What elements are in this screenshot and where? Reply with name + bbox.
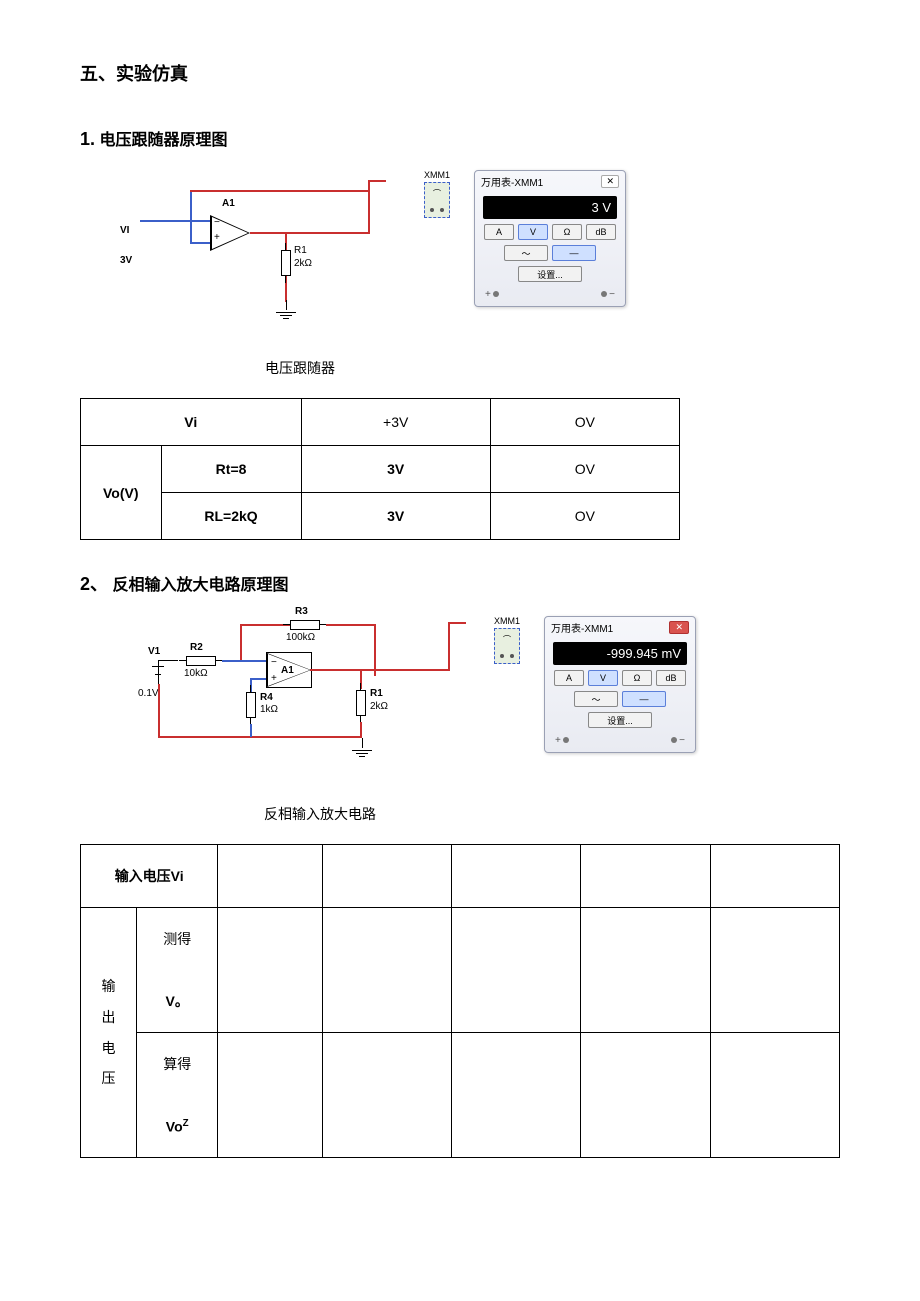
meter1-btn-ohm[interactable]: Ω [552, 224, 582, 240]
label-r1: R1 [294, 245, 307, 256]
t2-vo-label: 输出电压 [85, 971, 132, 1094]
meter2-title: 万用表-XMM1 [551, 620, 613, 635]
meter1-probe-minus: − [609, 289, 615, 300]
label-vi-val: 3V [120, 255, 132, 266]
t1-r3c1: RL=2kQ [161, 493, 301, 540]
meter1-title: 万用表-XMM1 [481, 174, 543, 189]
t1-r2c3: OV [490, 446, 679, 493]
label-v1: V1 [148, 646, 160, 657]
t1-r1c2: +3V [301, 399, 490, 446]
t1-vi: Vi [81, 399, 302, 446]
opamp-icon: A1 − + [266, 652, 312, 688]
label-xmm1: XMM1 [424, 170, 450, 180]
multimeter-panel-1: 万用表-XMM1 ✕ 3 V A V Ω dB 〜 — 设置... + − [474, 170, 626, 307]
figure-1: VI 3V A1 − + R1 2kΩ XMM1 ⌒ [120, 170, 840, 350]
meter1-btn-settings[interactable]: 设置... [518, 266, 582, 282]
label-r1b: R1 [370, 688, 383, 699]
meter1-display: 3 V [483, 196, 617, 219]
resistor-r1-icon [281, 250, 291, 276]
label-v1-val: 0.1V [138, 688, 159, 699]
label-r4-val: 1kΩ [260, 704, 278, 715]
multimeter-panel-2: 万用表-XMM1 ✕ -999.945 mV A V Ω dB 〜 — 设置..… [544, 616, 696, 753]
meter2-btn-settings[interactable]: 设置... [588, 712, 652, 728]
label-r2: R2 [190, 642, 203, 653]
t2-r1: 输入电压Vi [115, 868, 184, 884]
xmm-node-icon: ⌒ [494, 628, 520, 664]
subsection-1-num: 1. [80, 129, 95, 149]
label-r1b-val: 2kΩ [370, 701, 388, 712]
subsection-2-text: 反相输入放大电路原理图 [112, 577, 288, 594]
subsection-2-num: 2、 [80, 574, 108, 594]
t2-r3a: 算得 [137, 1033, 218, 1096]
t2-r2b: V。 [137, 970, 218, 1033]
label-vi: VI [120, 225, 129, 236]
source-icon [158, 660, 159, 684]
t1-r1c3: OV [490, 399, 679, 446]
label-r3: R3 [295, 606, 308, 617]
meter2-display: -999.945 mV [553, 642, 687, 665]
figure-2: V1 0.1V R2 10kΩ R3 100kΩ A1 − + [120, 616, 840, 796]
meter1-close-button[interactable]: ✕ [601, 175, 619, 188]
table-2: 输入电压Vi 输出电压 测得 V。 算得 VoZ [80, 844, 840, 1158]
meter2-probe-minus: − [679, 735, 685, 746]
t2-r2a: 测得 [137, 908, 218, 971]
subsection-1-title: 1. 电压跟随器原理图 [80, 126, 840, 150]
label-r4: R4 [260, 692, 273, 703]
ground-icon [352, 738, 372, 759]
label-r2-val: 10kΩ [184, 668, 208, 679]
table-row: 算得 [81, 1033, 840, 1096]
meter2-btn-ohm[interactable]: Ω [622, 670, 652, 686]
xmm-node-icon: ⌒ [424, 182, 450, 218]
table-row: 输入电压Vi [81, 845, 840, 908]
circuit-diagram-2: V1 0.1V R2 10kΩ R3 100kΩ A1 − + [130, 616, 470, 796]
subsection-1-text: 电压跟随器原理图 [99, 132, 227, 149]
meter2-btn-db[interactable]: dB [656, 670, 686, 686]
meter2-close-button[interactable]: ✕ [669, 621, 689, 634]
t2-r3b: VoZ [137, 1095, 218, 1158]
table-row: Vo(V) Rt=8 3V OV [81, 446, 680, 493]
meter1-btn-db[interactable]: dB [586, 224, 616, 240]
subsection-2-title: 2、 反相输入放大电路原理图 [80, 570, 840, 596]
section-heading: 五、实验仿真 [80, 60, 840, 86]
meter2-btn-a[interactable]: A [554, 670, 584, 686]
meter1-btn-a[interactable]: A [484, 224, 514, 240]
label-r1-val: 2kΩ [294, 258, 312, 269]
t1-r2c1: Rt=8 [161, 446, 301, 493]
meter1-btn-dc[interactable]: — [552, 245, 596, 261]
resistor-r4-icon [246, 692, 256, 718]
figure-2-caption: 反相输入放大电路 [140, 804, 500, 824]
meter2-btn-v[interactable]: V [588, 670, 618, 686]
meter1-btn-v[interactable]: V [518, 224, 548, 240]
t1-r2c2: 3V [301, 446, 490, 493]
figure-1-caption: 电压跟随器 [140, 358, 460, 378]
meter2-probe-plus: + [555, 735, 561, 746]
meter2-btn-ac[interactable]: 〜 [574, 691, 618, 707]
label-xmm1b: XMM1 [494, 616, 520, 626]
table-row: Vi +3V OV [81, 399, 680, 446]
t1-r3c2: 3V [301, 493, 490, 540]
ground-icon [276, 300, 296, 321]
resistor-r1-icon [356, 690, 366, 716]
table-row: RL=2kQ 3V OV [81, 493, 680, 540]
table-1: Vi +3V OV Vo(V) Rt=8 3V OV RL=2kQ 3V OV [80, 398, 680, 540]
label-a1: A1 [222, 198, 235, 209]
t1-vo: Vo(V) [81, 446, 162, 540]
circuit-diagram-1: VI 3V A1 − + R1 2kΩ [120, 170, 400, 350]
meter1-btn-ac[interactable]: 〜 [504, 245, 548, 261]
meter1-probe-plus: + [485, 289, 491, 300]
meter2-btn-dc[interactable]: — [622, 691, 666, 707]
table-row: 输出电压 测得 [81, 908, 840, 971]
t1-r3c3: OV [490, 493, 679, 540]
resistor-r2-icon [186, 656, 216, 666]
resistor-r3-icon [290, 620, 320, 630]
label-r3-val: 100kΩ [286, 632, 315, 643]
